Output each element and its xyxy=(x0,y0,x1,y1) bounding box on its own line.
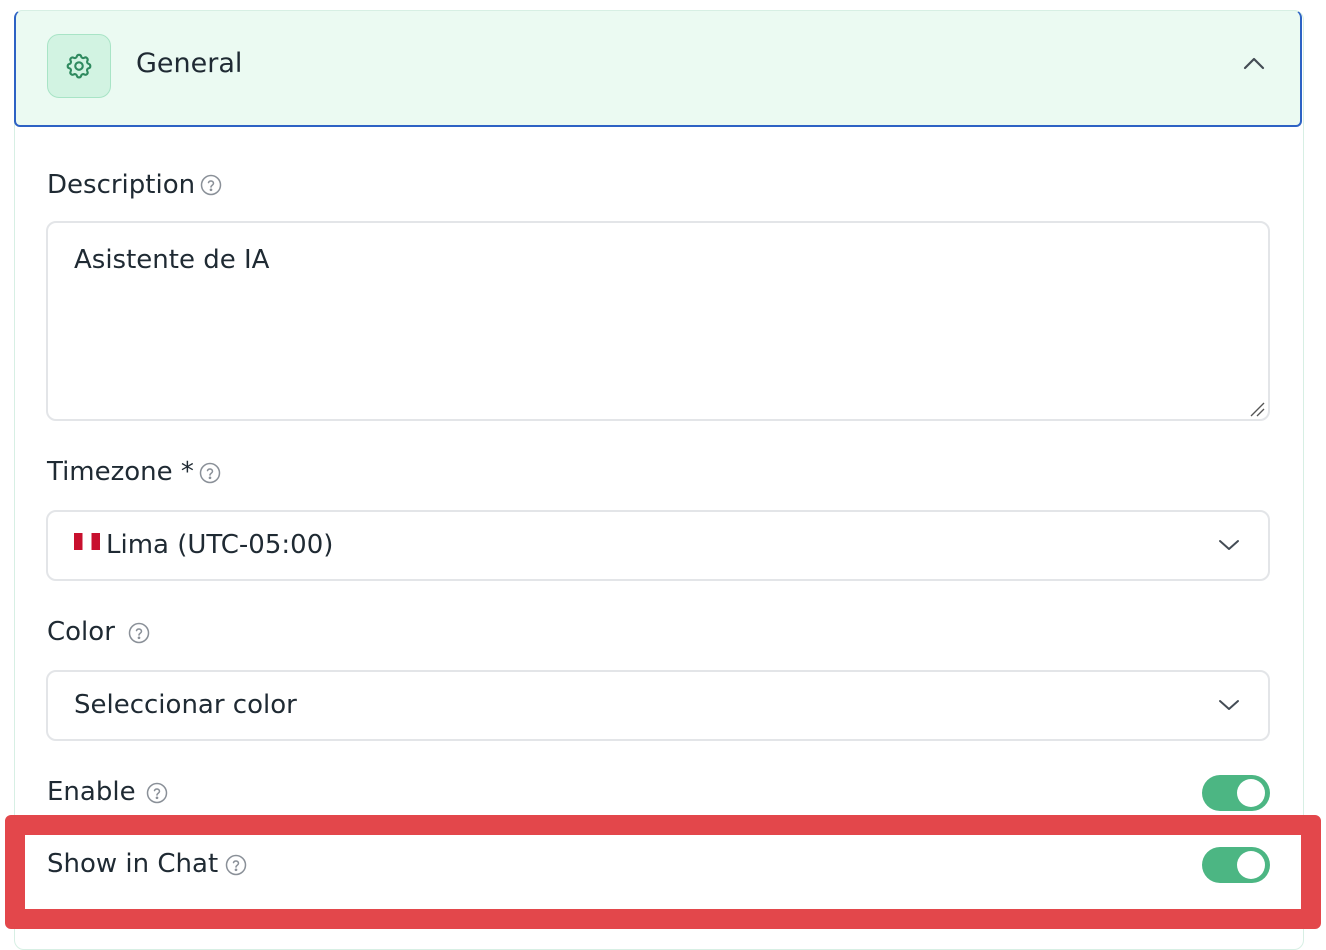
help-icon[interactable] xyxy=(200,174,222,196)
chevron-down-icon xyxy=(1219,540,1239,550)
description-label: Description xyxy=(47,170,196,200)
timezone-value: Lima (UTC-05:00) xyxy=(106,530,334,560)
color-label: Color xyxy=(47,617,115,647)
section-header-general[interactable]: General xyxy=(14,10,1302,127)
help-icon[interactable] xyxy=(199,462,221,484)
peru-flag-icon xyxy=(74,533,100,550)
color-value: Seleccionar color xyxy=(74,690,297,720)
toggle-knob xyxy=(1237,779,1265,807)
chevron-up-icon[interactable] xyxy=(1242,55,1266,71)
highlight-box xyxy=(5,815,1321,929)
help-icon[interactable] xyxy=(128,622,150,644)
enable-label: Enable xyxy=(47,777,136,807)
color-select[interactable]: Seleccionar color xyxy=(46,670,1270,741)
timezone-label: Timezone * xyxy=(47,457,194,487)
timezone-select[interactable]: Lima (UTC-05:00) xyxy=(46,510,1270,581)
gear-icon xyxy=(47,34,111,98)
chevron-down-icon xyxy=(1219,700,1239,710)
description-textarea[interactable]: Asistente de IA xyxy=(46,221,1270,421)
section-title: General xyxy=(136,48,243,79)
enable-toggle[interactable] xyxy=(1202,775,1270,811)
help-icon[interactable] xyxy=(146,782,168,804)
resize-handle-icon[interactable] xyxy=(1248,400,1266,418)
